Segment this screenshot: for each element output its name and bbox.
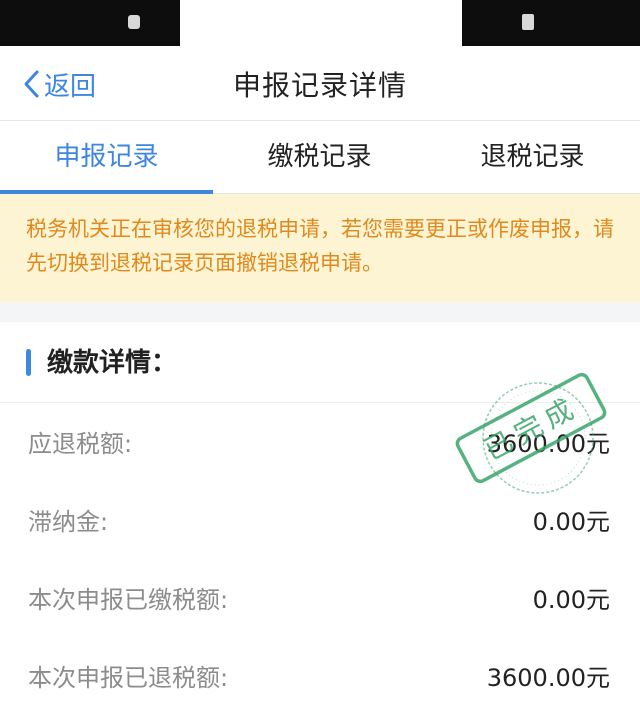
section-title: 缴款详情： [47, 348, 178, 378]
status-bar-right-redacted [462, 0, 640, 46]
detail-row-paid-tax: 本次申报已缴税额: 0.00元 [0, 558, 640, 636]
row-label: 滞纳金: [28, 508, 109, 536]
notice-banner: 税务机关正在审核您的退税申请，若您需要更正或作废申报，请先切换到退税记录页面撤销… [0, 194, 640, 302]
row-value: 3600.00元 [486, 664, 610, 692]
tab-refund-records[interactable]: 退税记录 [426, 121, 639, 193]
status-bar [0, 0, 640, 48]
row-value: 0.00元 [532, 586, 610, 614]
status-icon [128, 15, 140, 29]
notice-text: 税务机关正在审核您的退税申请，若您需要更正或作废申报，请先切换到退税记录页面撤销… [26, 217, 614, 275]
row-value: 3600.00元 [486, 430, 610, 458]
nav-bar: 返回 申报记录详情 [0, 48, 640, 121]
detail-row-refunded-tax: 本次申报已退税额: 3600.00元 [0, 636, 640, 714]
tab-bar: 申报记录 缴税记录 退税记录 [0, 121, 640, 194]
section-marker [26, 349, 31, 376]
payment-details-card: 缴款详情： 应退税额: 3600.00元 滞纳金: 0.00元 本次申报已缴税额… [0, 322, 640, 719]
row-value: 0.00元 [532, 508, 610, 536]
status-bar-left-redacted [0, 0, 180, 46]
tab-declaration-records[interactable]: 申报记录 [0, 121, 213, 193]
detail-row-late-fee: 滞纳金: 0.00元 [0, 480, 640, 558]
section-header: 缴款详情： [0, 322, 640, 403]
row-label: 本次申报已缴税额: [28, 586, 229, 614]
page-title: 申报记录详情 [232, 69, 407, 102]
detail-row-refund-due: 应退税额: 3600.00元 [0, 402, 640, 480]
row-label: 本次申报已退税额: [28, 664, 229, 692]
battery-icon [522, 14, 534, 30]
tab-payment-records[interactable]: 缴税记录 [213, 121, 426, 193]
row-label: 应退税额: [28, 430, 133, 458]
